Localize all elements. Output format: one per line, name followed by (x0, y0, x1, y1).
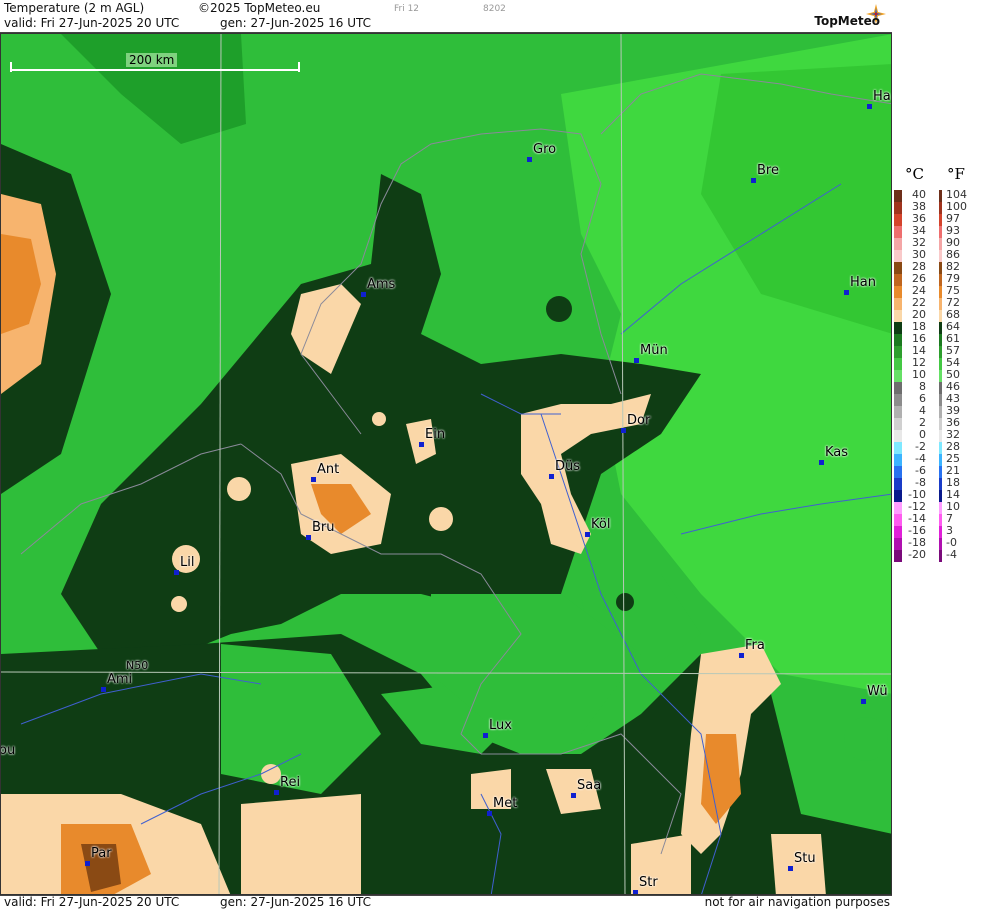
city-label: Fra (745, 638, 765, 653)
frame-label: Fri 12 (394, 4, 420, 14)
city-dot (274, 790, 279, 795)
celsius-unit: °C (905, 165, 924, 183)
city-dot (311, 477, 316, 482)
copyright: ©2025 TopMeteo.eu (198, 1, 321, 15)
city-dot (788, 866, 793, 871)
city-dot (549, 474, 554, 479)
city-label: Saa (577, 778, 602, 793)
city-label: Par (91, 846, 112, 861)
latitude-label: N50 (126, 659, 149, 672)
generated-time: gen: 27-Jun-2025 16 UTC (220, 16, 372, 30)
map-title: Temperature (2 m AGL) (4, 1, 145, 15)
city-dot (819, 460, 824, 465)
city-label: Rei (280, 775, 301, 790)
city-label: Gro (533, 142, 557, 157)
city-dot (101, 687, 106, 692)
city-label: Wü (867, 684, 888, 699)
city-label: Köl (591, 517, 611, 532)
footer-valid-time: valid: Fri 27-Jun-2025 20 UTC (4, 895, 180, 909)
city-label: Bru (312, 520, 335, 535)
city-dot (306, 535, 311, 540)
city-dot (361, 292, 366, 297)
fahrenheit-unit: °F (947, 165, 965, 183)
city-dot (739, 653, 744, 658)
brand-label: TopMeteo (814, 14, 880, 28)
city-label: Kas (825, 445, 849, 460)
city-label: Ant (317, 462, 340, 477)
temperature-map[interactable]: 200 km N50 Gro Bre Ha Ams Han Mün Ein Dor Kas Ant… (0, 33, 892, 895)
city-label: Ams (367, 277, 396, 292)
city-dot (527, 157, 532, 162)
city-label: Met (493, 796, 518, 811)
city-dot (867, 104, 872, 109)
temperature-legend: °C °F 40 104 38 100 36 97 34 93 32 90 30 86 28 82 26 79… (892, 0, 983, 909)
scale-bar-label: 200 km (126, 53, 178, 67)
city-dot (419, 442, 424, 447)
city-dot (571, 793, 576, 798)
city-label: Dor (627, 413, 651, 428)
valid-time: valid: Fri 27-Jun-2025 20 UTC (4, 16, 180, 30)
city-label: Düs (555, 459, 581, 474)
city-dot (487, 811, 492, 816)
city-label: Mün (640, 343, 668, 358)
city-label: Ein (425, 427, 446, 442)
disclaimer: not for air navigation purposes (704, 895, 890, 909)
legend-celsius-value: -20 (908, 548, 926, 561)
city-label: Stu (794, 851, 816, 866)
city-label: Str (639, 875, 658, 890)
city-dot (844, 290, 849, 295)
city-dot (483, 733, 488, 738)
city-label: Han (850, 275, 876, 290)
city-label: ou (0, 743, 16, 758)
legend-fahrenheit-value: -4 (946, 548, 957, 561)
city-dot (585, 532, 590, 537)
city-dot (634, 358, 639, 363)
city-dot (85, 861, 90, 866)
city-label: Bre (757, 163, 779, 178)
city-label: Ha (873, 89, 891, 104)
city-dot (174, 570, 179, 575)
footer-generated-time: gen: 27-Jun-2025 16 UTC (220, 895, 372, 909)
city-label: Lux (489, 718, 512, 733)
frame-code: 8202 (483, 4, 506, 14)
map-footer: valid: Fri 27-Jun-2025 20 UTC gen: 27-Ju… (0, 895, 892, 910)
city-label: Ami (107, 672, 133, 687)
city-dot (751, 178, 756, 183)
city-dot (621, 428, 626, 433)
city-dot (861, 699, 866, 704)
city-label: Lil (180, 555, 195, 570)
map-header: Temperature (2 m AGL) ©2025 TopMeteo.eu … (0, 0, 892, 33)
